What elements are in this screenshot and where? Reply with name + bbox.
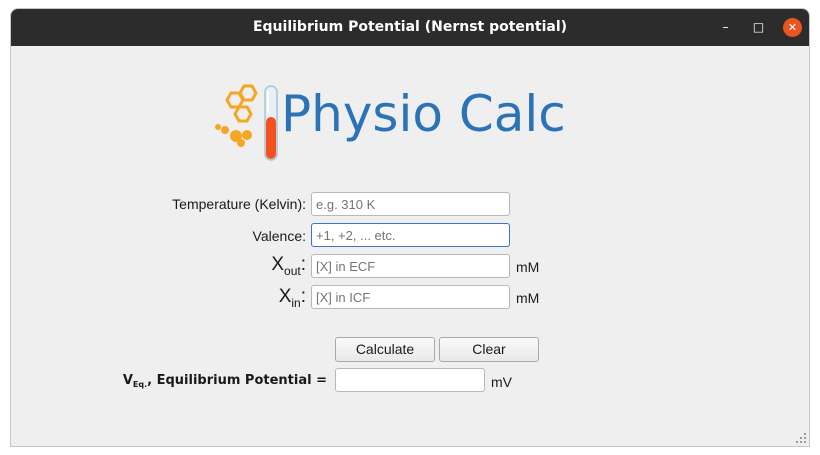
valence-input[interactable] — [311, 223, 510, 247]
xout-label-sub: out — [284, 264, 301, 278]
molecule-dot — [221, 126, 229, 134]
temperature-label: Temperature (Kelvin): — [172, 196, 306, 212]
maximize-icon[interactable]: □ — [749, 18, 768, 37]
app-window: Equilibrium Potential (Nernst potential)… — [10, 8, 810, 447]
calculate-button[interactable]: Calculate — [335, 337, 435, 362]
xin-label-main: X — [278, 286, 292, 307]
resize-grip-icon[interactable] — [795, 432, 807, 444]
molecule-dot — [242, 130, 252, 140]
logo-text: Physio Calc — [281, 85, 566, 143]
xin-label-sub: in — [291, 296, 301, 310]
result-unit: mV — [491, 374, 512, 390]
xin-label: Xin: — [121, 286, 306, 310]
xout-input[interactable] — [311, 254, 510, 278]
hexagon-shape — [238, 84, 258, 102]
result-label: VEq., Equilibrium Potential = — [71, 373, 327, 389]
xin-label-colon: : — [300, 286, 306, 307]
clear-button[interactable]: Clear — [439, 337, 539, 362]
result-label-sub: Eq. — [132, 380, 148, 389]
xout-label: Xout: — [121, 254, 306, 278]
result-output-field[interactable] — [335, 368, 485, 392]
xout-label-main: X — [271, 254, 285, 275]
hexagon-shape — [233, 105, 253, 123]
close-icon[interactable]: ✕ — [783, 18, 802, 37]
xin-input[interactable] — [311, 285, 510, 309]
temperature-input[interactable] — [311, 192, 510, 216]
test-tube-liquid — [266, 117, 276, 159]
molecule-dot — [215, 124, 221, 130]
test-tube-highlight — [267, 91, 269, 113]
minimize-icon[interactable]: – — [716, 18, 735, 37]
xin-unit: mM — [516, 290, 540, 306]
window-title: Equilibrium Potential (Nernst potential) — [252, 19, 568, 35]
title-bar[interactable]: Equilibrium Potential (Nernst potential)… — [11, 9, 809, 46]
xout-label-colon: : — [300, 254, 306, 275]
xout-unit: mM — [516, 259, 540, 275]
valence-label: Valence: — [252, 228, 306, 244]
result-label-rest: , Equilibrium Potential = — [147, 373, 327, 388]
result-label-main: V — [122, 373, 133, 388]
molecule-dot — [237, 139, 245, 147]
